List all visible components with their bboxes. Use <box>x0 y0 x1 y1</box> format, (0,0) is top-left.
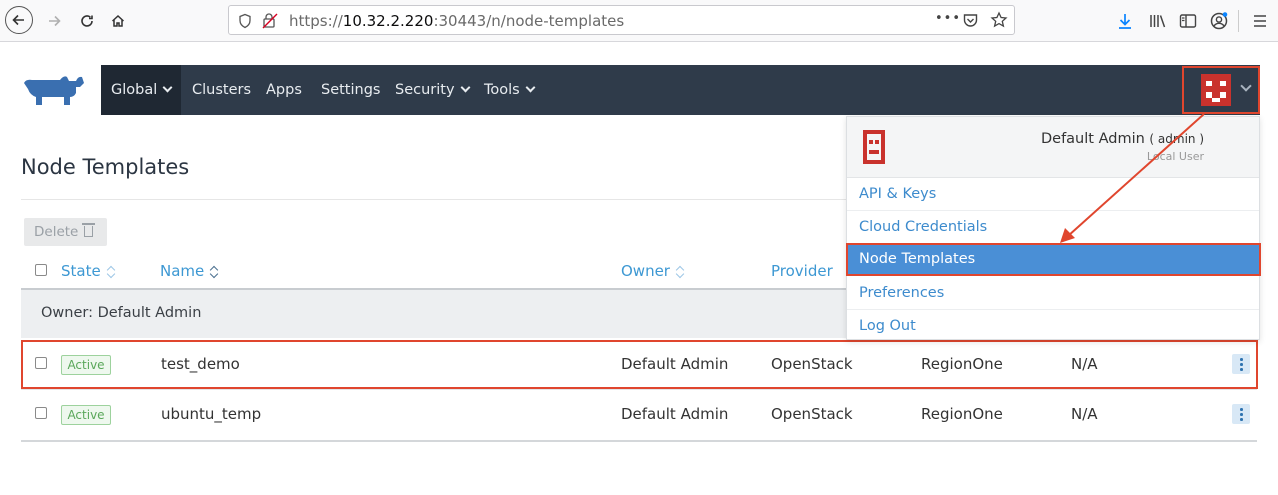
reload-icon <box>81 15 93 27</box>
select-all-checkbox[interactable] <box>35 264 47 276</box>
sort-icon <box>210 266 218 278</box>
reload-button[interactable] <box>73 7 101 35</box>
arrow-right-icon <box>49 15 61 27</box>
home-button[interactable] <box>104 7 132 35</box>
sort-icon <box>107 266 115 278</box>
row-owner: Default Admin <box>621 405 729 423</box>
menu-item-preferences[interactable]: Preferences <box>847 277 1259 310</box>
delete-button[interactable]: Delete <box>24 218 107 246</box>
sort-icon <box>676 266 684 278</box>
group-label: Owner: Default Admin <box>41 305 202 321</box>
nav-global[interactable]: Global <box>101 65 182 115</box>
library-icon[interactable] <box>1146 9 1170 33</box>
shield-icon <box>239 13 251 29</box>
insecure-lock-icon <box>262 13 278 29</box>
row-name[interactable]: ubuntu_temp <box>161 405 261 423</box>
nav-clusters[interactable]: Clusters <box>192 65 251 115</box>
hamburger-menu-icon[interactable] <box>1248 9 1272 33</box>
nav-settings[interactable]: Settings <box>321 65 380 115</box>
row-region: RegionOne <box>921 405 1003 423</box>
arrow-left-icon <box>12 14 24 26</box>
pocket-icon[interactable] <box>962 12 979 29</box>
user-display-name: Default Admin ( admin ) <box>1040 131 1204 147</box>
row-actions-button[interactable] <box>1232 404 1250 424</box>
account-icon[interactable] <box>1207 9 1231 33</box>
row-provider: OpenStack <box>771 405 853 423</box>
row-extra: N/A <box>1071 405 1098 423</box>
nav-security[interactable]: Security <box>395 65 470 115</box>
user-info-header: Default Admin ( admin ) Local User <box>847 117 1259 178</box>
user-menu-toggle[interactable] <box>1182 66 1260 114</box>
bookmark-star-icon[interactable] <box>990 11 1008 29</box>
avatar <box>1201 74 1231 106</box>
download-icon[interactable] <box>1113 9 1137 33</box>
chevron-down-icon <box>460 82 470 93</box>
trash-icon <box>82 223 96 237</box>
status-badge: Active <box>61 405 111 425</box>
table-bottom-divider <box>21 440 1257 442</box>
divider <box>21 199 851 200</box>
row-checkbox[interactable] <box>35 407 47 419</box>
menu-item-api-keys[interactable]: API & Keys <box>847 178 1259 211</box>
url-text: https://10.32.2.220:30443/n/node-templat… <box>289 12 625 30</box>
group-row: Owner: Default Admin <box>21 290 851 338</box>
user-dropdown-menu: Default Admin ( admin ) Local User API &… <box>846 116 1261 343</box>
main-nav: Global Clusters Apps Settings Security T… <box>101 65 1260 115</box>
nav-apps[interactable]: Apps <box>266 65 302 115</box>
sidebar-icon[interactable] <box>1176 9 1200 33</box>
column-header-state[interactable]: State <box>61 262 115 280</box>
page-title: Node Templates <box>21 155 190 179</box>
nav-tools[interactable]: Tools <box>484 65 536 115</box>
column-header-provider[interactable]: Provider <box>771 262 833 280</box>
chevron-down-icon <box>162 82 173 93</box>
chevron-down-icon <box>525 82 536 93</box>
back-button[interactable] <box>5 6 33 34</box>
browser-toolbar: https://10.32.2.220:30443/n/node-templat… <box>0 0 1278 42</box>
column-header-name[interactable]: Name <box>160 262 218 280</box>
column-header-owner[interactable]: Owner <box>621 262 684 280</box>
rancher-logo-icon[interactable] <box>20 73 90 109</box>
home-icon <box>111 14 125 27</box>
avatar <box>863 130 885 164</box>
chevron-down-icon <box>1240 80 1252 92</box>
table-row: Active ubuntu_temp Default Admin OpenSta… <box>21 390 1257 438</box>
menu-item-cloud-credentials[interactable]: Cloud Credentials <box>847 211 1259 244</box>
forward-button[interactable] <box>40 7 68 35</box>
toolbar-divider <box>1238 10 1239 32</box>
row-highlight <box>21 340 1258 389</box>
url-bar[interactable]: https://10.32.2.220:30443/n/node-templat… <box>228 5 1015 35</box>
user-type: Local User <box>1146 150 1204 163</box>
page-actions-icon[interactable]: ••• <box>935 11 961 26</box>
menu-item-log-out[interactable]: Log Out <box>847 310 1259 343</box>
menu-item-node-templates[interactable]: Node Templates <box>846 243 1261 276</box>
